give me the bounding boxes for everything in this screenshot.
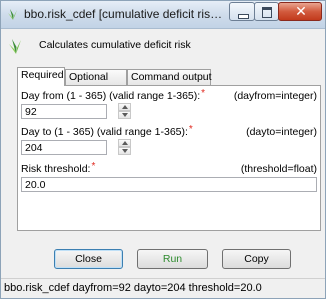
- required-marker: *: [201, 88, 206, 99]
- run-button[interactable]: Run: [137, 249, 208, 269]
- maximize-button[interactable]: [254, 2, 279, 21]
- required-marker: *: [188, 124, 193, 135]
- required-options-panel: Day from (1 - 365) (valid range 1-365):*…: [17, 85, 321, 231]
- dayto-label-text: Day to (1 - 365) (valid range 1-365):: [21, 126, 188, 138]
- threshold-input[interactable]: [21, 177, 317, 192]
- dayfrom-label: Day from (1 - 365) (valid range 1-365):*: [21, 88, 206, 102]
- module-description: Calculates cumulative deficit risk: [39, 39, 191, 51]
- grass-leaf-icon: [6, 7, 20, 21]
- threshold-label: Risk threshold:*: [21, 161, 96, 175]
- copy-button[interactable]: Copy: [222, 249, 291, 269]
- dayto-input[interactable]: [21, 140, 107, 155]
- minimize-button[interactable]: [229, 2, 255, 21]
- dayto-type-hint: (dayto=integer): [246, 126, 317, 138]
- spin-up-button[interactable]: [118, 139, 131, 147]
- threshold-type-hint: (threshold=float): [240, 163, 317, 175]
- grass-leaf-icon: [7, 37, 25, 55]
- arrow-down-icon: [122, 149, 128, 153]
- dayfrom-label-text: Day from (1 - 365) (valid range 1-365):: [21, 90, 201, 102]
- required-marker: *: [91, 161, 96, 172]
- arrow-down-icon: [122, 113, 128, 117]
- spin-up-button[interactable]: [118, 103, 131, 111]
- dayto-spinner[interactable]: [118, 139, 131, 155]
- minimize-icon: [238, 14, 249, 19]
- dayfrom-type-hint: (dayfrom=integer): [233, 90, 317, 102]
- tab-command-output[interactable]: Command output: [127, 69, 212, 85]
- status-command-text: bbo.risk_cdef dayfrom=92 dayto=204 thres…: [4, 282, 262, 294]
- spin-down-button[interactable]: [118, 147, 131, 155]
- tab-optional[interactable]: Optional: [65, 69, 127, 85]
- window-title: bbo.risk_cdef [cumulative deficit risk,.…: [24, 7, 224, 21]
- spin-down-button[interactable]: [118, 111, 131, 119]
- close-button[interactable]: Close: [54, 249, 123, 269]
- threshold-label-text: Risk threshold:: [21, 163, 91, 175]
- maximize-icon: [262, 7, 272, 18]
- arrow-up-icon: [122, 105, 128, 109]
- arrow-up-icon: [122, 141, 128, 145]
- tab-required[interactable]: Required: [17, 67, 65, 86]
- dialog-window: bbo.risk_cdef [cumulative deficit risk,.…: [0, 0, 326, 299]
- dayto-label: Day to (1 - 365) (valid range 1-365):*: [21, 124, 193, 138]
- title-bar[interactable]: bbo.risk_cdef [cumulative deficit risk,.…: [1, 1, 325, 29]
- description-row: Calculates cumulative deficit risk: [1, 29, 325, 65]
- dayfrom-input[interactable]: [21, 104, 107, 119]
- close-window-button[interactable]: ✕: [278, 2, 322, 21]
- close-icon: ✕: [295, 4, 307, 20]
- status-bar: bbo.risk_cdef dayfrom=92 dayto=204 thres…: [1, 278, 325, 298]
- dayfrom-spinner[interactable]: [118, 103, 131, 119]
